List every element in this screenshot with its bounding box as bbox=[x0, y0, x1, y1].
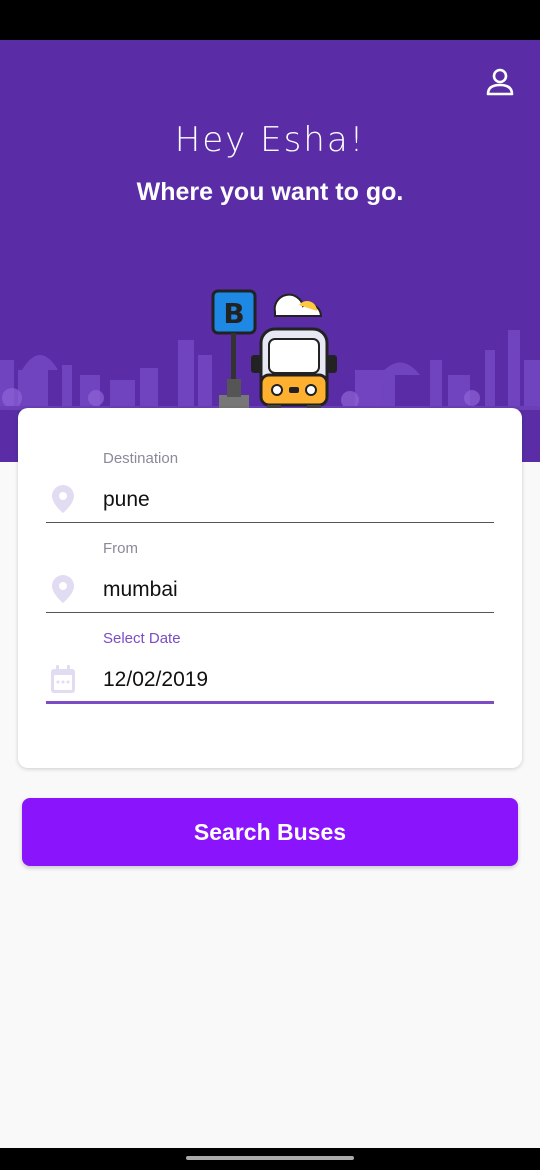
from-underline bbox=[46, 612, 494, 613]
destination-field[interactable]: Destination pune bbox=[46, 450, 494, 528]
date-underline bbox=[46, 701, 494, 704]
search-buses-button[interactable]: Search Buses bbox=[22, 798, 518, 866]
person-icon[interactable] bbox=[484, 66, 516, 98]
date-label: Select Date bbox=[103, 630, 181, 647]
from-input[interactable]: mumbai bbox=[103, 578, 178, 602]
from-field[interactable]: From mumbai bbox=[46, 540, 494, 618]
location-pin-icon bbox=[52, 575, 74, 603]
bus-stop-illustration: B bbox=[211, 289, 337, 413]
destination-input[interactable]: pune bbox=[103, 488, 150, 512]
greeting-subtitle: Where you want to go. bbox=[136, 178, 404, 206]
calendar-icon bbox=[51, 665, 75, 693]
svg-text:B: B bbox=[223, 297, 244, 330]
destination-label: Destination bbox=[103, 450, 179, 467]
location-pin-icon bbox=[52, 485, 74, 513]
date-input[interactable]: 12/02/2019 bbox=[103, 668, 208, 692]
destination-underline bbox=[46, 522, 494, 523]
hero-header: B bbox=[0, 40, 540, 462]
status-bar bbox=[0, 0, 540, 40]
from-label: From bbox=[103, 540, 138, 557]
greeting-title: Hey Esha! bbox=[174, 120, 366, 160]
home-gesture-handle[interactable] bbox=[186, 1156, 354, 1160]
date-field[interactable]: Select Date 12/02/2019 bbox=[46, 630, 494, 708]
search-form-card: Destination pune From mumbai Select Date… bbox=[18, 408, 522, 768]
